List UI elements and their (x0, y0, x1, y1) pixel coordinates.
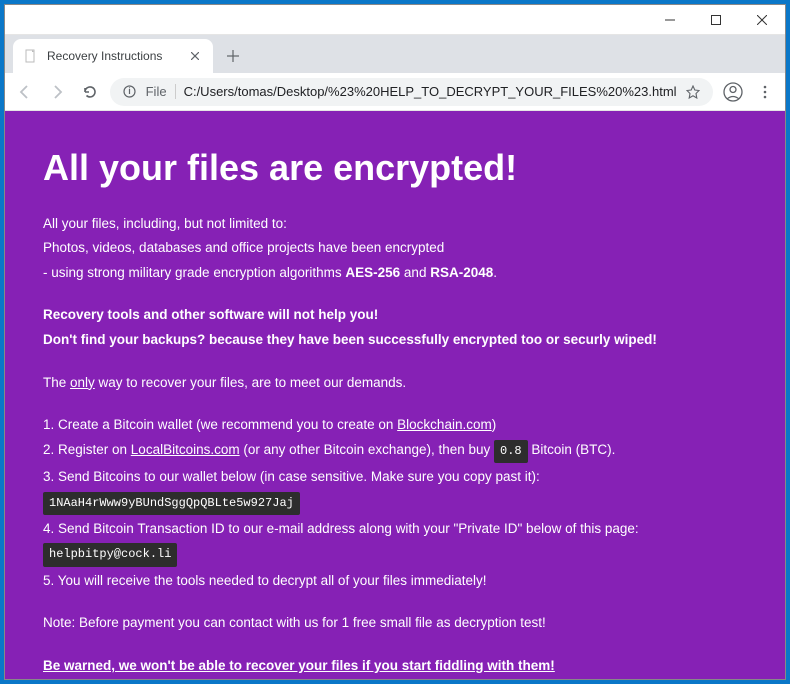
person-icon (723, 82, 743, 102)
url-scheme-label: File (146, 84, 176, 99)
bookmark-button[interactable] (685, 84, 701, 100)
file-icon (122, 84, 138, 100)
close-icon (757, 15, 767, 25)
blockchain-link[interactable]: Blockchain.com (397, 417, 492, 432)
menu-button[interactable] (753, 78, 777, 106)
tab-close-button[interactable] (187, 48, 203, 64)
reload-icon (82, 84, 98, 100)
step-3: 3. Send Bitcoins to our wallet below (in… (43, 466, 747, 488)
step-5: 5. You will receive the tools needed to … (43, 570, 747, 592)
minimize-button[interactable] (647, 5, 693, 35)
step-1: 1. Create a Bitcoin wallet (we recommend… (43, 414, 747, 436)
contact-email: helpbitpy@cock.li (43, 543, 177, 566)
only-way-line: The only way to recover your files, are … (43, 372, 747, 394)
page-content: All your files are encrypted! All your f… (5, 111, 785, 679)
minimize-icon (665, 15, 675, 25)
maximize-button[interactable] (693, 5, 739, 35)
close-window-button[interactable] (739, 5, 785, 35)
intro-line-1: All your files, including, but not limit… (43, 213, 747, 235)
reload-button[interactable] (77, 78, 101, 106)
tab-title: Recovery Instructions (47, 49, 179, 63)
wallet-address: 1NAaH4rWww9yBUndSggQpQBLte5w927Jaj (43, 492, 300, 515)
kebab-icon (758, 85, 772, 99)
back-button[interactable] (13, 78, 37, 106)
browser-window: Recovery Instructions File C:/Users/toma… (4, 4, 786, 680)
star-icon (686, 85, 700, 99)
close-icon (191, 52, 199, 60)
url-text: C:/Users/tomas/Desktop/%23%20HELP_TO_DEC… (184, 84, 677, 99)
new-tab-button[interactable] (219, 42, 247, 70)
fiddle-warning: Be warned, we won't be able to recover y… (43, 655, 747, 677)
step-2: 2. Register on LocalBitcoins.com (or any… (43, 439, 747, 463)
note-line: Note: Before payment you can contact wit… (43, 612, 747, 634)
window-titlebar (5, 5, 785, 35)
step-4: 4. Send Bitcoin Transaction ID to our e-… (43, 518, 747, 540)
profile-button[interactable] (721, 78, 745, 106)
maximize-icon (711, 15, 721, 25)
intro-line-3: - using strong military grade encryption… (43, 262, 747, 284)
tab-active[interactable]: Recovery Instructions (13, 39, 213, 73)
tab-bar: Recovery Instructions (5, 35, 785, 73)
localbitcoins-link[interactable]: LocalBitcoins.com (131, 442, 240, 457)
intro-line-2: Photos, videos, databases and office pro… (43, 237, 747, 259)
btc-amount: 0.8 (494, 440, 528, 463)
page-heading: All your files are encrypted! (43, 139, 747, 197)
address-bar[interactable]: File C:/Users/tomas/Desktop/%23%20HELP_T… (110, 78, 713, 106)
forward-button[interactable] (45, 78, 69, 106)
recovery-warning-2: Don't find your backups? because they ha… (43, 329, 747, 351)
arrow-right-icon (49, 84, 65, 100)
arrow-left-icon (17, 84, 33, 100)
page-icon (23, 48, 39, 64)
plus-icon (227, 50, 239, 62)
recovery-warning-1: Recovery tools and other software will n… (43, 304, 747, 326)
toolbar: File C:/Users/tomas/Desktop/%23%20HELP_T… (5, 73, 785, 111)
